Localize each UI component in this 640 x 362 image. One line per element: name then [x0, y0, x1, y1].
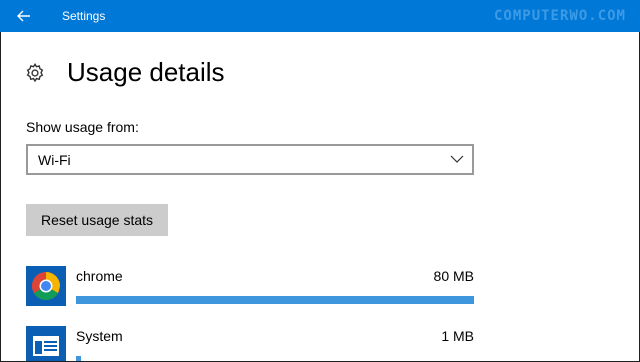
- chevron-down-icon: [450, 155, 464, 163]
- back-arrow-icon: [17, 10, 30, 22]
- app-name: chrome: [76, 268, 123, 284]
- watermark: COMPUTERWO.COM: [493, 8, 626, 24]
- gear-icon: [26, 62, 44, 83]
- usage-bar: [76, 296, 474, 304]
- usage-bar-fill: [76, 296, 474, 304]
- usage-source-value: Wi-Fi: [38, 152, 71, 168]
- usage-bar: [76, 356, 474, 362]
- app-size: 80 MB: [433, 268, 474, 284]
- app-size: 1 MB: [441, 328, 474, 344]
- reset-usage-stats-button[interactable]: Reset usage stats: [26, 204, 168, 236]
- usage-source-dropdown[interactable]: Wi-Fi: [26, 144, 474, 175]
- window-title: Settings: [62, 9, 106, 23]
- usage-bar-fill: [76, 356, 81, 362]
- app-name: System: [76, 328, 123, 344]
- show-usage-label: Show usage from:: [26, 119, 139, 135]
- page-title: Usage details: [67, 57, 225, 87]
- chrome-icon: [26, 266, 66, 306]
- title-bar: Settings COMPUTERWO.COM: [0, 0, 640, 32]
- back-button[interactable]: [0, 0, 48, 32]
- system-icon: [26, 326, 66, 362]
